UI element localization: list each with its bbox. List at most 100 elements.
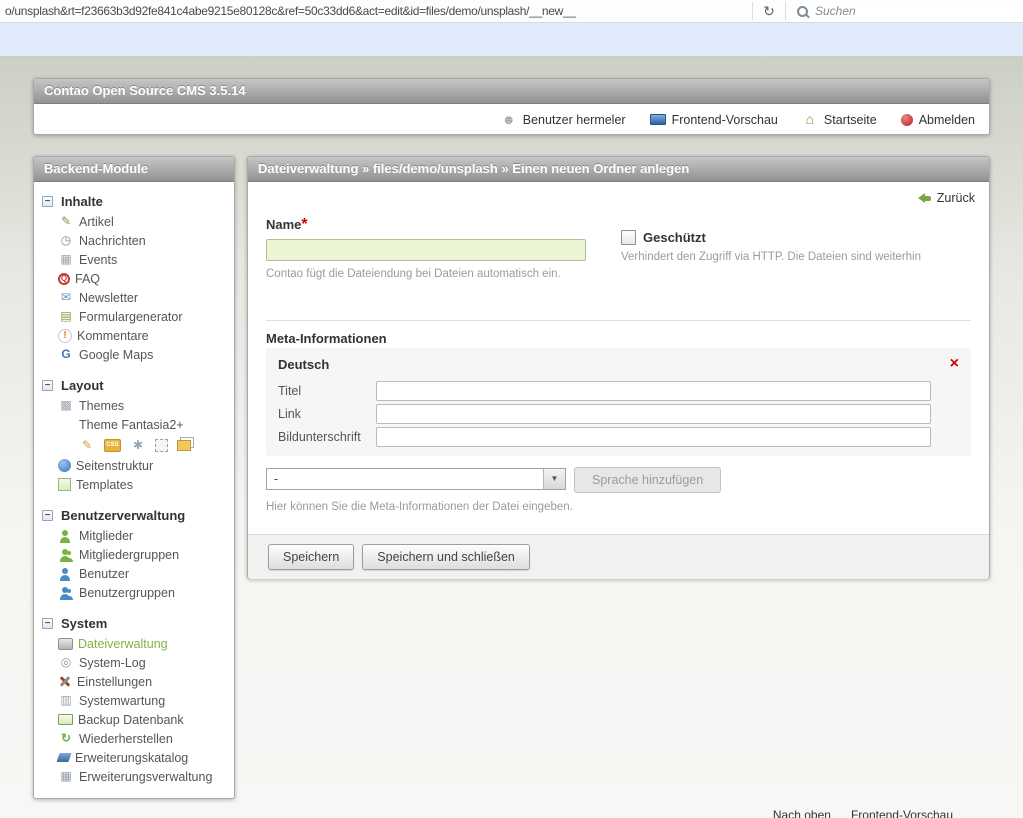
formulargenerator-icon xyxy=(58,309,74,324)
collapse-icon[interactable] xyxy=(42,380,53,391)
sidebar-item-kommentare[interactable]: Kommentare xyxy=(34,326,234,345)
logout-link[interactable]: Abmelden xyxy=(901,113,975,127)
sidebar-group-header-benutzerverwaltung[interactable]: Benutzerverwaltung xyxy=(34,505,234,526)
sidebar-item-events[interactable]: Events xyxy=(34,250,234,269)
folder-name-input[interactable] xyxy=(266,239,586,261)
main-title-bar: Dateiverwaltung » files/demo/unsplash » … xyxy=(248,157,989,182)
collapse-icon[interactable] xyxy=(42,618,53,629)
sidebar-item-erweiterungsverwaltung[interactable]: Erweiterungsverwaltung xyxy=(34,767,234,786)
meta-caption-row: Bildunterschrift xyxy=(278,427,931,447)
language-select-value: - xyxy=(274,472,278,486)
events-icon xyxy=(58,252,74,267)
theme-css-icon[interactable] xyxy=(104,439,121,452)
app-title: Contao Open Source CMS 3.5.14 xyxy=(44,83,246,98)
protected-checkbox[interactable] xyxy=(621,230,636,245)
home-link[interactable]: Startseite xyxy=(802,112,877,128)
theme-layout-icon[interactable] xyxy=(155,439,168,452)
screen: o/unsplash&rt=f23663b3d92fe841c4abe9215e… xyxy=(0,0,1023,818)
footer-preview-link[interactable]: Frontend-Vorschau xyxy=(851,808,953,818)
sidebar-item-benutzergruppen[interactable]: Benutzergruppen xyxy=(34,583,234,602)
back-link[interactable]: Zurück xyxy=(918,191,975,205)
sidebar-item-dateiverwaltung[interactable]: Dateiverwaltung xyxy=(34,634,234,653)
erweiterungsverwaltung-icon xyxy=(58,769,74,784)
item-label: Google Maps xyxy=(79,348,153,362)
sidebar-item-faq[interactable]: FAQ xyxy=(34,269,234,288)
sidebar-item-google-maps[interactable]: Google Maps xyxy=(34,345,234,364)
home-icon xyxy=(802,112,818,128)
item-label: System-Log xyxy=(79,656,146,670)
sidebar-item-mitgliedergruppen[interactable]: Mitgliedergruppen xyxy=(34,545,234,564)
sidebar-item-backup-datenbank[interactable]: Backup Datenbank xyxy=(34,710,234,729)
sidebar-item-newsletter[interactable]: Newsletter xyxy=(34,288,234,307)
globe-icon xyxy=(58,459,71,472)
sidebar-title-bar: Backend-Module xyxy=(34,157,234,182)
item-label: Themes xyxy=(79,399,124,413)
sidebar-item-benutzer[interactable]: Benutzer xyxy=(34,564,234,583)
sidebar-item-themes[interactable]: Themes xyxy=(34,396,234,415)
url-bar[interactable]: o/unsplash&rt=f23663b3d92fe841c4abe9215e… xyxy=(0,2,750,20)
group-label: System xyxy=(61,616,107,631)
back-to-top-link[interactable]: Nach oben xyxy=(773,808,831,818)
sidebar: Backend-Module Inhalte Artikel Nachricht… xyxy=(33,156,235,799)
add-language-button[interactable]: Sprache hinzufügen xyxy=(574,467,721,493)
sidebar-item-nachrichten[interactable]: Nachrichten xyxy=(34,231,234,250)
sidebar-group-inhalte: Inhalte Artikel Nachrichten Events FAQ xyxy=(34,191,234,364)
user-menu-link[interactable]: Benutzer hermeler xyxy=(501,112,626,128)
sidebar-title: Backend-Module xyxy=(44,161,148,176)
user-menu-label: Benutzer hermeler xyxy=(523,113,626,127)
sidebar-group-benutzerverwaltung: Benutzerverwaltung Mitglieder Mitglieder… xyxy=(34,505,234,602)
browser-chrome: o/unsplash&rt=f23663b3d92fe841c4abe9215e… xyxy=(0,0,1023,23)
sidebar-item-artikel[interactable]: Artikel xyxy=(34,212,234,231)
reload-button[interactable] xyxy=(755,1,783,21)
theme-pencil-icon[interactable] xyxy=(79,438,95,453)
sidebar-item-theme-fantasia[interactable]: Theme Fantasia2+ xyxy=(34,415,234,434)
browser-search-field[interactable]: Suchen xyxy=(788,1,1023,22)
meta-help-text: Hier können Sie die Meta-Informationen d… xyxy=(266,500,573,514)
sidebar-group-header-layout[interactable]: Layout xyxy=(34,375,234,396)
sidebar-group-header-system[interactable]: System xyxy=(34,613,234,634)
save-close-button[interactable]: Speichern und schließen xyxy=(362,544,530,570)
sidebar-item-systemwartung[interactable]: Systemwartung xyxy=(34,691,234,710)
faq-icon xyxy=(58,273,70,285)
meta-title-row: Titel xyxy=(278,381,931,401)
sidebar-item-erweiterungskatalog[interactable]: Erweiterungskatalog xyxy=(34,748,234,767)
collapse-icon[interactable] xyxy=(42,510,53,521)
theme-images-icon[interactable] xyxy=(177,440,191,451)
page-background: Contao Open Source CMS 3.5.14 Benutzer h… xyxy=(0,57,1023,818)
themes-icon xyxy=(58,398,74,413)
sidebar-item-formulargenerator[interactable]: Formulargenerator xyxy=(34,307,234,326)
sidebar-item-mitglieder[interactable]: Mitglieder xyxy=(34,526,234,545)
meta-title-input[interactable] xyxy=(376,381,931,401)
sidebar-item-einstellungen[interactable]: Einstellungen xyxy=(34,672,234,691)
gmaps-icon xyxy=(58,347,74,362)
meta-caption-input[interactable] xyxy=(376,427,931,447)
meta-title-label: Titel xyxy=(278,384,301,398)
sidebar-item-wiederherstellen[interactable]: Wiederherstellen xyxy=(34,729,234,748)
group-label: Inhalte xyxy=(61,194,103,209)
sidebar-item-seitenstruktur[interactable]: Seitenstruktur xyxy=(34,456,234,475)
item-label: Dateiverwaltung xyxy=(78,637,168,651)
user-group-icon xyxy=(58,586,74,600)
protected-label[interactable]: Geschützt xyxy=(643,230,706,245)
item-label: Benutzer xyxy=(79,567,129,581)
save-button[interactable]: Speichern xyxy=(268,544,354,570)
monitor-icon xyxy=(650,114,666,125)
meta-link-input[interactable] xyxy=(376,404,931,424)
sidebar-item-templates[interactable]: Templates xyxy=(34,475,234,494)
name-field-group: Name* Contao fügt die Dateiendung bei Da… xyxy=(266,216,596,281)
collapse-icon[interactable] xyxy=(42,196,53,207)
delete-language-icon[interactable] xyxy=(950,357,959,372)
back-arrow-icon xyxy=(918,193,931,203)
sidebar-group-header-inhalte[interactable]: Inhalte xyxy=(34,191,234,212)
reload-icon xyxy=(763,3,775,20)
theme-gear-icon[interactable] xyxy=(130,438,146,453)
item-label: Templates xyxy=(76,478,133,492)
chevron-down-icon[interactable] xyxy=(543,469,565,489)
wiederherstellen-icon xyxy=(58,731,74,746)
language-select[interactable]: - xyxy=(266,468,566,490)
frontend-preview-link[interactable]: Frontend-Vorschau xyxy=(650,113,778,127)
sidebar-item-system-log[interactable]: System-Log xyxy=(34,653,234,672)
item-label: Newsletter xyxy=(79,291,138,305)
protected-field-group: Geschützt Verhindert den Zugriff via HTT… xyxy=(621,230,986,264)
name-label: Name xyxy=(266,217,301,232)
